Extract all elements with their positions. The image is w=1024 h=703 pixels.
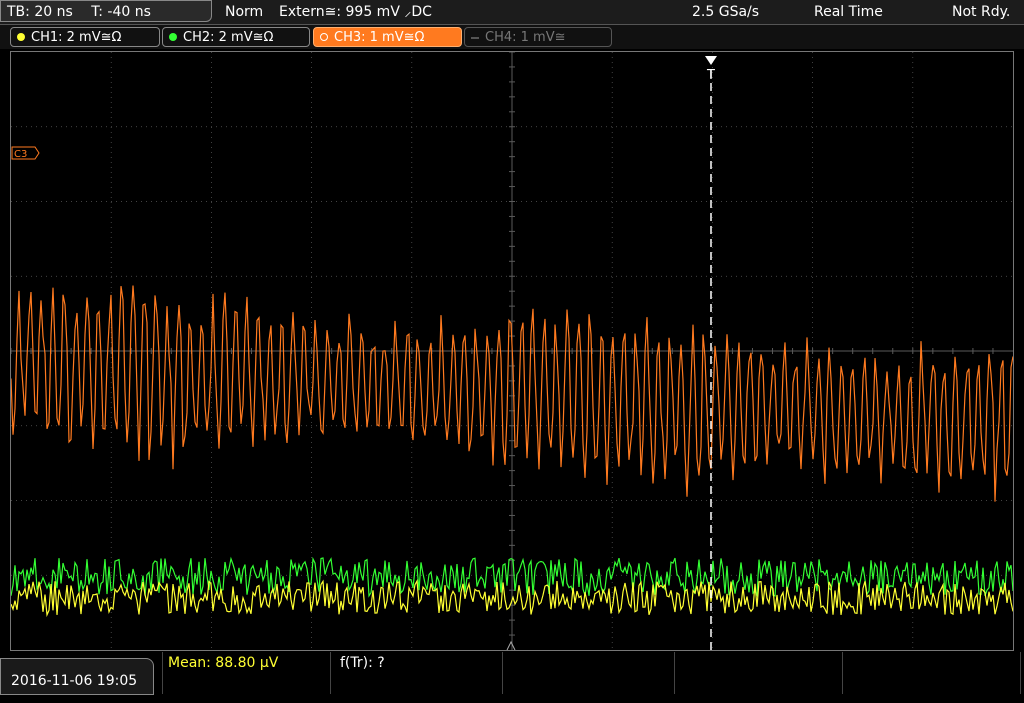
channel-2-label: CH2: 2 mV≅Ω <box>183 30 274 45</box>
mean-measurement[interactable]: Mean: 88.80 µV <box>168 654 278 672</box>
channel-2-dot-icon <box>169 33 177 41</box>
channel-3-ref-label: C3 <box>14 149 27 160</box>
channel-3-button[interactable]: CH3: 1 mV≅Ω <box>313 27 462 47</box>
channel-3-dot-icon <box>320 33 328 41</box>
channel-1-dot-icon <box>17 33 25 41</box>
channel-1-label: CH1: 2 mV≅Ω <box>31 30 122 45</box>
channel-2-button[interactable]: CH2: 2 mV≅Ω <box>162 27 310 47</box>
frequency-measurement[interactable]: f(Tr): ? <box>340 654 385 672</box>
datetime-label: 2016-11-06 19:05 <box>11 673 138 689</box>
timebase-label: TB: 20 ns <box>7 4 73 20</box>
acquisition-mode[interactable]: Real Time <box>814 0 883 24</box>
datetime-box: 2016-11-06 19:05 <box>0 658 154 695</box>
trigger-source[interactable]: Extern≅: 995 mV ⸝DC <box>279 0 432 24</box>
channel-4-dash-icon <box>471 37 479 39</box>
top-status-bar: TB: 20 ns T: -40 ns Norm Extern≅: 995 mV… <box>0 0 1024 25</box>
trigger-mode[interactable]: Norm <box>225 0 263 24</box>
trigger-arrow-icon[interactable] <box>705 56 717 65</box>
channel-bar: CH1: 2 mV≅Ω CH2: 2 mV≅Ω CH3: 1 mV≅Ω CH4:… <box>0 25 1024 49</box>
trigger-time-label: T: -40 ns <box>91 4 151 20</box>
channel-3-label: CH3: 1 mV≅Ω <box>334 30 425 45</box>
time-ref-icon <box>506 640 516 650</box>
timebase-box[interactable]: TB: 20 ns T: -40 ns <box>0 0 212 22</box>
measurement-grid <box>162 652 1022 694</box>
waveform-display[interactable]: T C3 <box>10 51 1014 651</box>
trigger-marker-label: T <box>706 68 715 83</box>
trigger-status: Not Rdy. <box>952 4 1011 20</box>
measurement-bar: 2016-11-06 19:05 Mean: 88.80 µV f(Tr): ? <box>0 652 1024 695</box>
channel-1-button[interactable]: CH1: 2 mV≅Ω <box>10 27 160 47</box>
channel-3-ref-marker[interactable]: C3 <box>11 146 40 160</box>
sample-rate[interactable]: 2.5 GSa/s <box>692 0 759 24</box>
waveform-svg: T C3 <box>11 52 1013 650</box>
channel-4-label: CH4: 1 mV≅ <box>485 30 566 45</box>
channel-4-button[interactable]: CH4: 1 mV≅ <box>464 27 612 47</box>
